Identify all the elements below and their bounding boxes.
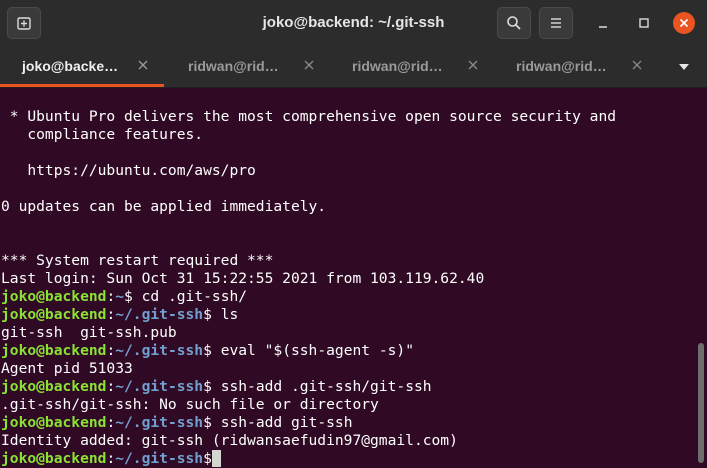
search-icon: [507, 16, 521, 30]
prompt-user: joko@backend: [1, 306, 107, 323]
tab-bar: joko@backe… ridwan@rid… ridwan@rid… ridw…: [0, 46, 707, 88]
prompt-line: joko@backend:~/.git-ssh$ eval "$(ssh-age…: [1, 342, 414, 360]
new-tab-icon: [17, 17, 31, 30]
tab-2[interactable]: ridwan@rid…: [166, 46, 330, 87]
tab-close-icon[interactable]: [136, 58, 150, 72]
tab-4[interactable]: ridwan@rid…: [494, 46, 658, 87]
new-tab-button[interactable]: [7, 7, 41, 39]
terminal-line: git-ssh git-ssh.pub: [1, 324, 177, 341]
prompt-colon: :: [106, 450, 116, 467]
prompt-user: joko@backend: [1, 414, 107, 431]
prompt-user: joko@backend: [1, 288, 107, 305]
prompt-path: ~: [115, 288, 125, 305]
command-text: ls: [211, 306, 239, 323]
tab-3[interactable]: ridwan@rid…: [330, 46, 494, 87]
terminal-line: .git-ssh/git-ssh: No such file or direct…: [1, 396, 379, 413]
prompt-colon: :: [106, 306, 116, 323]
minimize-button[interactable]: [592, 12, 614, 34]
tab-label: joko@backe…: [22, 58, 119, 74]
prompt-dollar: $: [203, 378, 212, 395]
maximize-icon: [639, 18, 649, 28]
chevron-down-icon: [679, 64, 689, 70]
tab-label: ridwan@rid…: [188, 58, 279, 74]
prompt-dollar: $: [203, 414, 212, 431]
prompt-line: joko@backend:~/.git-ssh$ ls: [1, 306, 238, 324]
prompt-user: joko@backend: [1, 450, 107, 467]
tab-close-icon[interactable]: [630, 58, 644, 72]
prompt-line: joko@backend:~$ cd .git-ssh/: [1, 288, 247, 306]
close-icon: [679, 18, 689, 28]
prompt-line: joko@backend:~/.git-ssh$: [1, 450, 221, 468]
terminal-line: Agent pid 51033: [1, 360, 133, 377]
terminal-line: * Ubuntu Pro delivers the most comprehen…: [1, 108, 617, 125]
terminal-line: Last login: Sun Oct 31 15:22:55 2021 fro…: [1, 270, 485, 287]
tab-label: ridwan@rid…: [352, 58, 443, 74]
tab-close-icon[interactable]: [466, 58, 480, 72]
terminal-line: Identity added: git-ssh (ridwansaefudin9…: [1, 432, 458, 449]
prompt-dollar: $: [203, 450, 212, 467]
terminal-output[interactable]: * Ubuntu Pro delivers the most comprehen…: [0, 88, 707, 468]
terminal-line: https://ubuntu.com/aws/pro: [1, 162, 256, 179]
scrollbar-thumb[interactable]: [698, 343, 704, 463]
prompt-colon: :: [106, 414, 116, 431]
header-bar: joko@backend: ~/.git-ssh: [0, 0, 707, 46]
prompt-user: joko@backend: [1, 378, 107, 395]
prompt-user: joko@backend: [1, 342, 107, 359]
command-text: eval "$(ssh-agent -s)": [211, 342, 414, 359]
hamburger-menu-icon: [551, 18, 561, 28]
prompt-path: ~/.git-ssh: [115, 414, 204, 431]
prompt-colon: :: [106, 378, 116, 395]
tab-label: ridwan@rid…: [516, 58, 607, 74]
text-cursor: [211, 450, 221, 467]
command-text: cd .git-ssh/: [132, 288, 248, 305]
prompt-dollar: $: [203, 342, 212, 359]
terminal-window: joko@backend: ~/.git-ssh joko@backe… rid…: [0, 0, 707, 468]
prompt-dollar: $: [124, 288, 133, 305]
tab-1[interactable]: joko@backe…: [0, 46, 164, 87]
minimize-icon: [599, 26, 607, 28]
prompt-path: ~/.git-ssh: [115, 342, 204, 359]
menu-button[interactable]: [539, 7, 573, 39]
terminal-line: *** System restart required ***: [1, 252, 274, 269]
command-text: ssh-add git-ssh: [211, 414, 353, 431]
prompt-path: ~/.git-ssh: [115, 450, 204, 467]
prompt-line: joko@backend:~/.git-ssh$ ssh-add git-ssh: [1, 414, 353, 432]
terminal-line: compliance features.: [1, 126, 204, 143]
prompt-path: ~/.git-ssh: [115, 378, 204, 395]
command-text: ssh-add .git-ssh/git-ssh: [211, 378, 432, 395]
prompt-colon: :: [106, 288, 116, 305]
tabs-dropdown-button[interactable]: [672, 56, 696, 78]
terminal-line: 0 updates can be applied immediately.: [1, 198, 327, 215]
prompt-colon: :: [106, 342, 116, 359]
maximize-button[interactable]: [633, 12, 655, 34]
prompt-path: ~/.git-ssh: [115, 306, 204, 323]
tab-close-icon[interactable]: [302, 58, 316, 72]
close-button[interactable]: [673, 12, 695, 34]
prompt-dollar: $: [203, 306, 212, 323]
prompt-line: joko@backend:~/.git-ssh$ ssh-add .git-ss…: [1, 378, 432, 396]
search-button[interactable]: [497, 7, 531, 39]
